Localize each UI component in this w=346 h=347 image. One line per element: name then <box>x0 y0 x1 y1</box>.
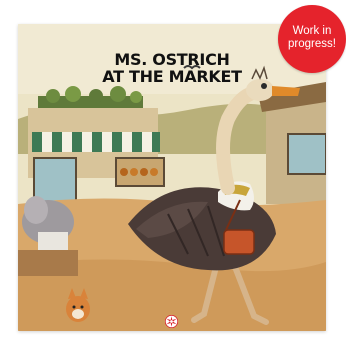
badge-text: Work in progress! <box>278 25 346 51</box>
badge-text-line-1: Work in <box>292 25 332 37</box>
book-title: MS. OSTRICH AT THE MARKET <box>18 51 326 85</box>
red-starburst-logo-icon <box>165 315 178 328</box>
work-in-progress-badge: Work in progress! <box>278 5 346 73</box>
badge-text-line-2: progress! <box>288 38 336 50</box>
book-title-line-2: AT THE MARKET <box>102 67 242 86</box>
book-title-line-1: MS. OSTRICH <box>114 50 230 69</box>
page: MS. OSTRICH AT THE MARKET Work in progre… <box>0 0 346 347</box>
book-cover[interactable]: MS. OSTRICH AT THE MARKET <box>18 24 326 331</box>
